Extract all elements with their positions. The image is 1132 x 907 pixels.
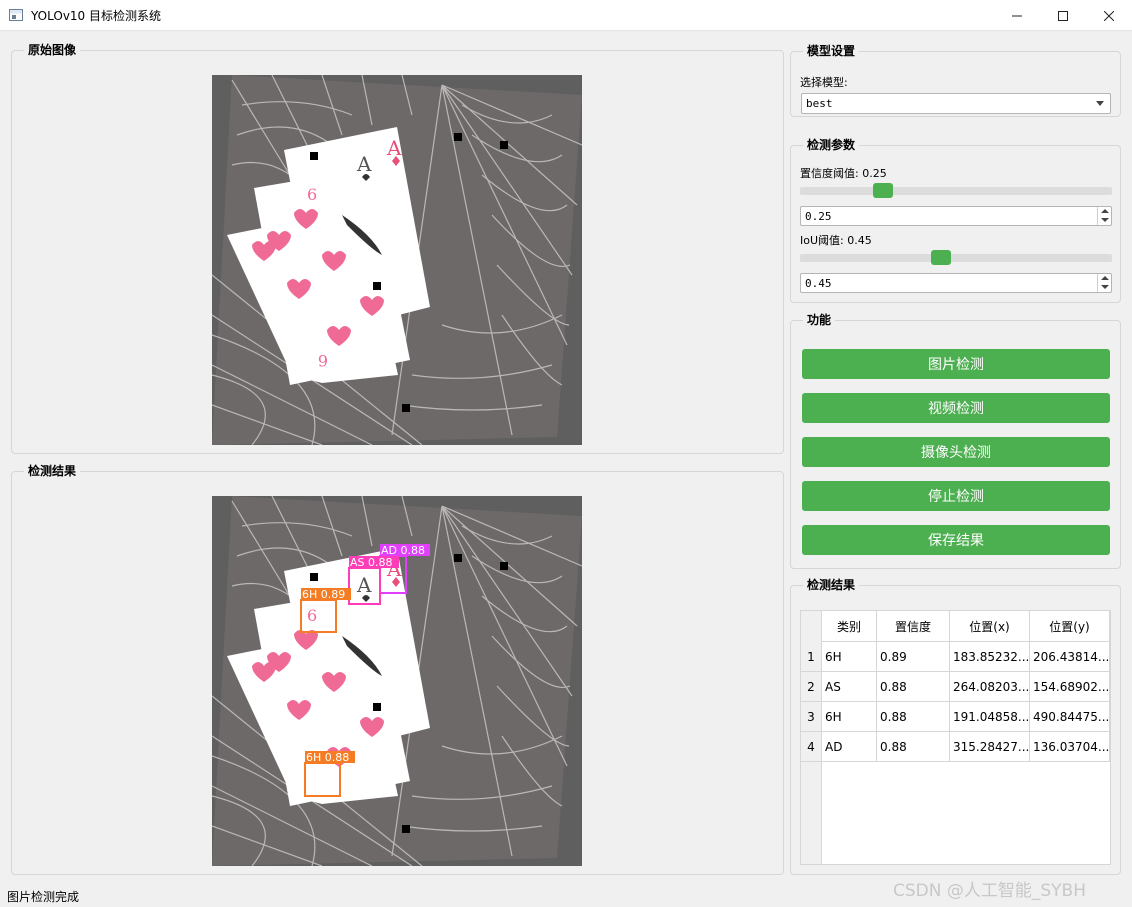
confidence-label: 置信度阈值: 0.25 (800, 167, 887, 180)
svg-text:A: A (356, 152, 372, 176)
results-table[interactable]: 类别 置信度 位置(x) 位置(y) 1 6H 0.89 183.85232..… (800, 610, 1111, 865)
confidence-spinbox-value: 0.25 (805, 209, 832, 223)
select-model-label: 选择模型: (800, 76, 848, 89)
cell-x[interactable]: 264.08203... (950, 672, 1030, 702)
functions-title: 功能 (803, 312, 836, 328)
detection-label-6h-bottom: 6H 0.88 (306, 751, 349, 764)
image-detect-button[interactable]: 图片检测 (802, 349, 1110, 379)
cell-y[interactable]: 154.68902... (1030, 672, 1110, 702)
app-icon (9, 9, 23, 21)
svg-text:A: A (356, 573, 372, 597)
table-header: 类别 置信度 位置(x) 位置(y) (801, 611, 1110, 642)
confidence-spinbox[interactable]: 0.25 (800, 206, 1112, 226)
row-number: 3 (801, 702, 822, 732)
iou-spinbox[interactable]: 0.45 (800, 273, 1112, 293)
column-header-confidence[interactable]: 置信度 (877, 611, 950, 642)
table-row[interactable]: 3 6H 0.88 191.04858... 490.84475... (801, 702, 1110, 732)
table-row[interactable]: 1 6H 0.89 183.85232... 206.43814... (801, 642, 1110, 672)
cell-confidence[interactable]: 0.88 (877, 732, 950, 762)
spin-down-icon[interactable] (1098, 283, 1111, 292)
result-image: 6 A A AD 0.88 AS 0.88 6H 0.89 6H 0.88 (212, 496, 582, 866)
chevron-down-icon (1096, 101, 1104, 106)
cell-x[interactable]: 191.04858... (950, 702, 1030, 732)
spin-up-icon[interactable] (1098, 207, 1111, 216)
original-image-title: 原始图像 (24, 42, 81, 58)
status-text: 图片检测完成 (7, 890, 80, 904)
table-row[interactable]: 2 AS 0.88 264.08203... 154.68902... (801, 672, 1110, 702)
window-controls (994, 0, 1132, 31)
model-select[interactable]: best (801, 93, 1111, 114)
iou-spinbox-value: 0.45 (805, 276, 832, 290)
model-select-value: best (806, 97, 833, 110)
stop-detect-button[interactable]: 停止检测 (802, 481, 1110, 511)
cell-class[interactable]: AS (822, 672, 877, 702)
svg-text:6: 6 (318, 351, 328, 370)
row-number: 2 (801, 672, 822, 702)
results-table-title: 检测结果 (803, 577, 860, 593)
spin-down-icon[interactable] (1098, 216, 1111, 225)
table-corner[interactable] (801, 611, 822, 642)
spin-up-icon[interactable] (1098, 274, 1111, 283)
iou-slider-handle[interactable] (931, 250, 951, 265)
svg-text:A: A (386, 136, 402, 160)
camera-detect-button[interactable]: 摄像头检测 (802, 437, 1110, 467)
cell-confidence[interactable]: 0.88 (877, 702, 950, 732)
cell-confidence[interactable]: 0.89 (877, 642, 950, 672)
cell-y[interactable]: 136.03704... (1030, 732, 1110, 762)
row-number: 1 (801, 642, 822, 672)
cell-y[interactable]: 490.84475... (1030, 702, 1110, 732)
model-settings-title: 模型设置 (803, 43, 860, 59)
svg-text:6: 6 (307, 606, 317, 625)
cell-confidence[interactable]: 0.88 (877, 672, 950, 702)
confidence-slider[interactable] (800, 187, 1112, 195)
minimize-icon[interactable] (994, 0, 1040, 31)
table-row[interactable]: 4 AD 0.88 315.28427... 136.03704... (801, 732, 1110, 762)
iou-slider[interactable] (800, 254, 1112, 262)
detection-label-as: AS 0.88 (350, 556, 393, 569)
original-image: 6 6 A A (212, 75, 582, 445)
window-title: YOLOv10 目标检测系统 (31, 8, 162, 23)
title-bar: YOLOv10 目标检测系统 (0, 0, 1132, 31)
video-detect-button[interactable]: 视频检测 (802, 393, 1110, 423)
cell-x[interactable]: 183.85232... (950, 642, 1030, 672)
iou-spinbox-buttons (1097, 274, 1111, 292)
watermark: CSDN @人工智能_SYBH (893, 881, 1086, 901)
row-number: 4 (801, 732, 822, 762)
detection-label-6h-top: 6H 0.89 (302, 588, 345, 601)
close-icon[interactable] (1086, 0, 1132, 31)
confidence-spinbox-buttons (1097, 207, 1111, 225)
cell-class[interactable]: 6H (822, 702, 877, 732)
cell-class[interactable]: AD (822, 732, 877, 762)
column-header-y[interactable]: 位置(y) (1030, 611, 1110, 642)
iou-label: IoU阈值: 0.45 (800, 234, 872, 247)
cell-x[interactable]: 315.28427... (950, 732, 1030, 762)
svg-text:6: 6 (307, 185, 317, 204)
detection-result-title: 检测结果 (24, 463, 81, 479)
maximize-icon[interactable] (1040, 0, 1086, 31)
cell-y[interactable]: 206.43814... (1030, 642, 1110, 672)
column-header-class[interactable]: 类别 (822, 611, 877, 642)
column-header-x[interactable]: 位置(x) (950, 611, 1030, 642)
cell-class[interactable]: 6H (822, 642, 877, 672)
detection-params-title: 检测参数 (803, 137, 860, 153)
save-result-button[interactable]: 保存结果 (802, 525, 1110, 555)
confidence-slider-handle[interactable] (873, 183, 893, 198)
